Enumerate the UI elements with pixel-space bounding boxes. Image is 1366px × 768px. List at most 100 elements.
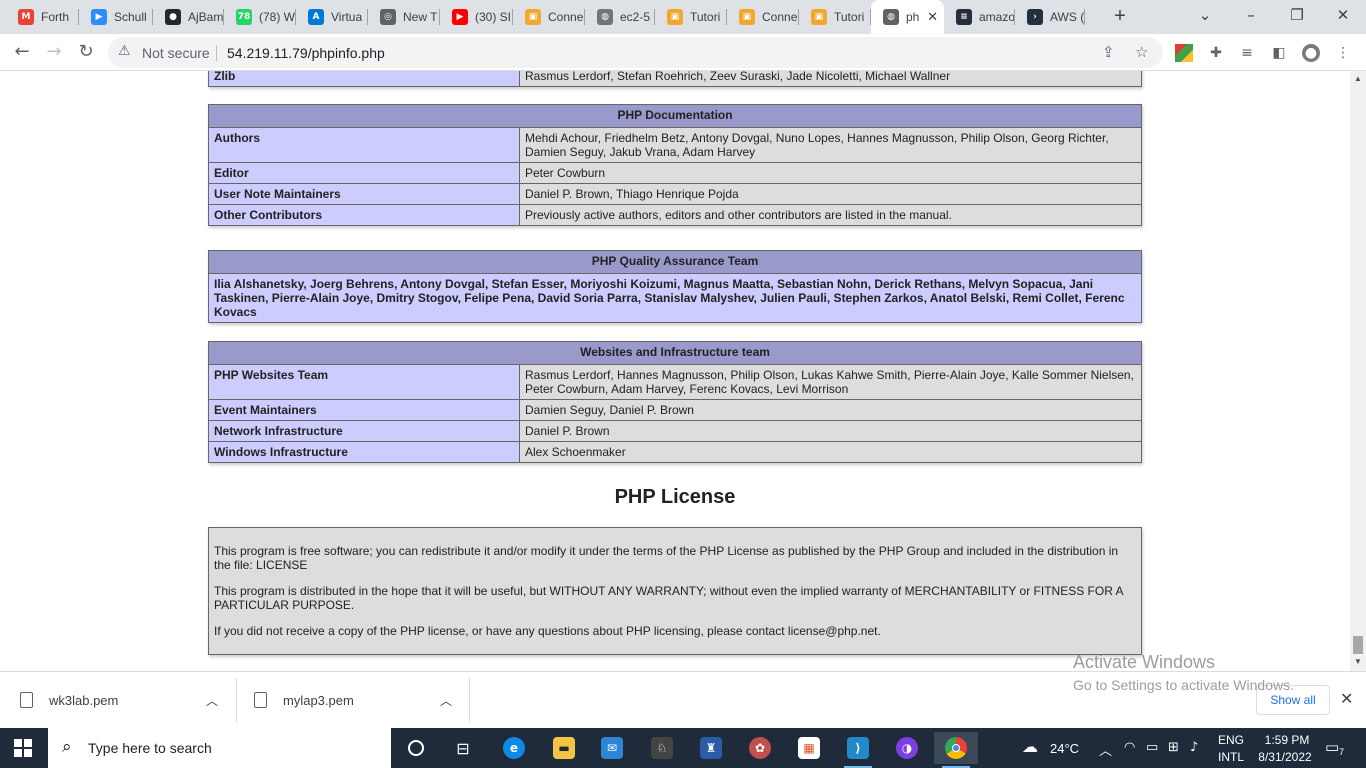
tab-title: Virtua [331, 10, 363, 24]
minimize-button[interactable]: – [1228, 0, 1274, 30]
download-filename[interactable]: wk3lab.pem [49, 693, 118, 708]
table-row: Ilia Alshanetsky, Joerg Behrens, Antony … [208, 273, 1142, 323]
browser-tab[interactable]: ▶ (30) SI [440, 0, 513, 34]
vscode-icon[interactable]: ⟩ [836, 732, 880, 768]
language-primary[interactable]: ENG [1218, 733, 1244, 747]
tab-title: AWS ( [1050, 10, 1085, 24]
tab-title: Tutori [834, 10, 865, 24]
media-queue-icon[interactable]: ≡ [1238, 44, 1256, 62]
browser-tab[interactable]: ▣ Tutori [655, 0, 727, 34]
app-icon[interactable]: ◑ [885, 732, 929, 764]
browser-tab[interactable]: A Virtua [296, 0, 368, 34]
network-icon[interactable]: ⊞ [1168, 740, 1179, 755]
download-item[interactable]: mylap3.pem ︿ [234, 680, 470, 722]
wifi-icon[interactable]: ◠ [1124, 740, 1135, 755]
tab-title: AjBam [188, 10, 224, 24]
browser-tab[interactable]: ◎ New T [368, 0, 440, 34]
volume-icon[interactable]: ♪ [1190, 740, 1198, 755]
task-view-icon[interactable]: ⊟ [441, 732, 485, 764]
row-value: Rasmus Lerdorf, Hannes Magnusson, Philip… [519, 364, 1142, 400]
row-value: Damien Seguy, Daniel P. Brown [519, 399, 1142, 421]
tab-title: Schull [114, 10, 147, 24]
address-bar[interactable]: ⚠ Not secure 54.219.11.79/phpinfo.php ⇪ … [108, 37, 1163, 68]
forward-button[interactable]: → [40, 38, 68, 66]
app-icon[interactable]: ✿ [738, 732, 782, 764]
chevron-up-icon[interactable]: ︿ [1099, 740, 1112, 759]
youtube-icon: ▶ [452, 9, 468, 25]
zoom-icon: ▶ [91, 9, 107, 25]
scroll-thumb[interactable] [1353, 636, 1363, 654]
browser-tab[interactable]: ▣ Conne [513, 0, 585, 34]
browser-tab[interactable]: ▣ Conne [727, 0, 799, 34]
scroll-up-icon[interactable]: ▲ [1354, 74, 1362, 83]
not-secure-label[interactable]: Not secure [142, 45, 210, 61]
chevron-up-icon[interactable]: ︿ [440, 692, 452, 709]
app-icon[interactable]: ♘ [640, 732, 684, 764]
weather-icon[interactable]: ☁ [1022, 737, 1038, 756]
back-button[interactable]: ← [8, 38, 36, 66]
browser-tab[interactable]: ● AjBam [153, 0, 224, 34]
close-icon[interactable]: ✕ [1340, 689, 1353, 709]
search-placeholder[interactable]: Type here to search [88, 740, 212, 756]
browser-tab[interactable]: ≡ amazo [944, 0, 1015, 34]
app-icon[interactable]: ♜ [689, 732, 733, 764]
chrome-icon[interactable] [934, 732, 978, 768]
edge-icon[interactable]: e [492, 732, 536, 764]
bookmark-star-icon[interactable]: ☆ [1135, 43, 1148, 61]
whatsapp-icon: 78 [236, 9, 252, 25]
vertical-scrollbar[interactable]: ▲ ▼ [1350, 71, 1366, 671]
scroll-down-icon[interactable]: ▼ [1354, 657, 1362, 666]
table-row: Authors Mehdi Achour, Friedhelm Betz, Ant… [208, 127, 1142, 163]
browser-tab[interactable]: 78 (78) W [224, 0, 296, 34]
row-key: Other Contributors [208, 204, 520, 226]
tab-search-icon[interactable]: ⌄ [1182, 0, 1228, 30]
row-key: Event Maintainers [208, 399, 520, 421]
browser-tab[interactable]: ◍ ec2-5 [585, 0, 655, 34]
cortana-icon[interactable] [394, 732, 438, 764]
download-item[interactable]: wk3lab.pem ︿ [0, 680, 236, 722]
row-key: Editor [208, 162, 520, 184]
download-filename[interactable]: mylap3.pem [283, 693, 354, 708]
tab-title: Conne [762, 10, 798, 24]
table-row: Network Infrastructure Daniel P. Brown [208, 420, 1142, 442]
clock-time[interactable]: 1:59 PM [1258, 733, 1316, 747]
terminal-icon: › [1027, 9, 1043, 25]
tab-close-icon[interactable]: ✕ [927, 9, 938, 25]
maximize-button[interactable]: ❐ [1274, 0, 1320, 30]
reload-button[interactable]: ↻ [72, 38, 100, 66]
table-header-row: PHP Documentation [208, 104, 1142, 128]
chevron-up-icon[interactable]: ︿ [206, 692, 218, 709]
extension-icon[interactable] [1175, 44, 1193, 62]
new-tab-button[interactable]: + [1108, 4, 1132, 28]
close-window-button[interactable]: ✕ [1320, 0, 1366, 30]
browser-tab[interactable]: ◍ ph ✕ [871, 0, 944, 34]
websites-header: Websites and Infrastructure team [208, 341, 1142, 365]
mail-icon[interactable]: ✉ [590, 732, 634, 764]
browser-tab[interactable]: M Forth [6, 0, 79, 34]
language-secondary[interactable]: INTL [1218, 750, 1244, 764]
tab-title: Conne [548, 10, 584, 24]
taskbar-search[interactable]: ⌕ Type here to search [48, 728, 391, 768]
windows-start-icon[interactable] [14, 739, 32, 757]
clock-date[interactable]: 8/31/2022 [1254, 750, 1316, 764]
profile-avatar[interactable]: ● [1302, 44, 1320, 62]
license-title: PHP License [614, 486, 736, 508]
notification-icon[interactable]: ▭ [1325, 738, 1339, 756]
weather-temp[interactable]: 24°C [1050, 741, 1079, 756]
extensions-puzzle-icon[interactable]: ✚ [1207, 44, 1225, 62]
file-explorer-icon[interactable]: ▬ [542, 732, 586, 764]
browser-tab[interactable]: ▣ Tutori [799, 0, 871, 34]
browser-tab[interactable]: ▶ Schull [79, 0, 153, 34]
side-panel-icon[interactable]: ◧ [1270, 44, 1288, 62]
row-key: Authors [208, 127, 520, 163]
microsoft-store-icon[interactable]: ▦ [787, 732, 831, 764]
table-row: User Note Maintainers Daniel P. Brown, Th… [208, 183, 1142, 205]
battery-icon[interactable]: ▭ [1146, 740, 1158, 755]
browser-tab[interactable]: › AWS ( [1015, 0, 1085, 34]
divider [469, 678, 470, 723]
share-icon[interactable]: ⇪ [1102, 43, 1115, 61]
aws-box-icon: ▣ [525, 9, 541, 25]
menu-kebab-icon[interactable]: ⋮ [1334, 44, 1352, 62]
url-text[interactable]: 54.219.11.79/phpinfo.php [227, 45, 385, 61]
table-header-row: Websites and Infrastructure team [208, 341, 1142, 365]
